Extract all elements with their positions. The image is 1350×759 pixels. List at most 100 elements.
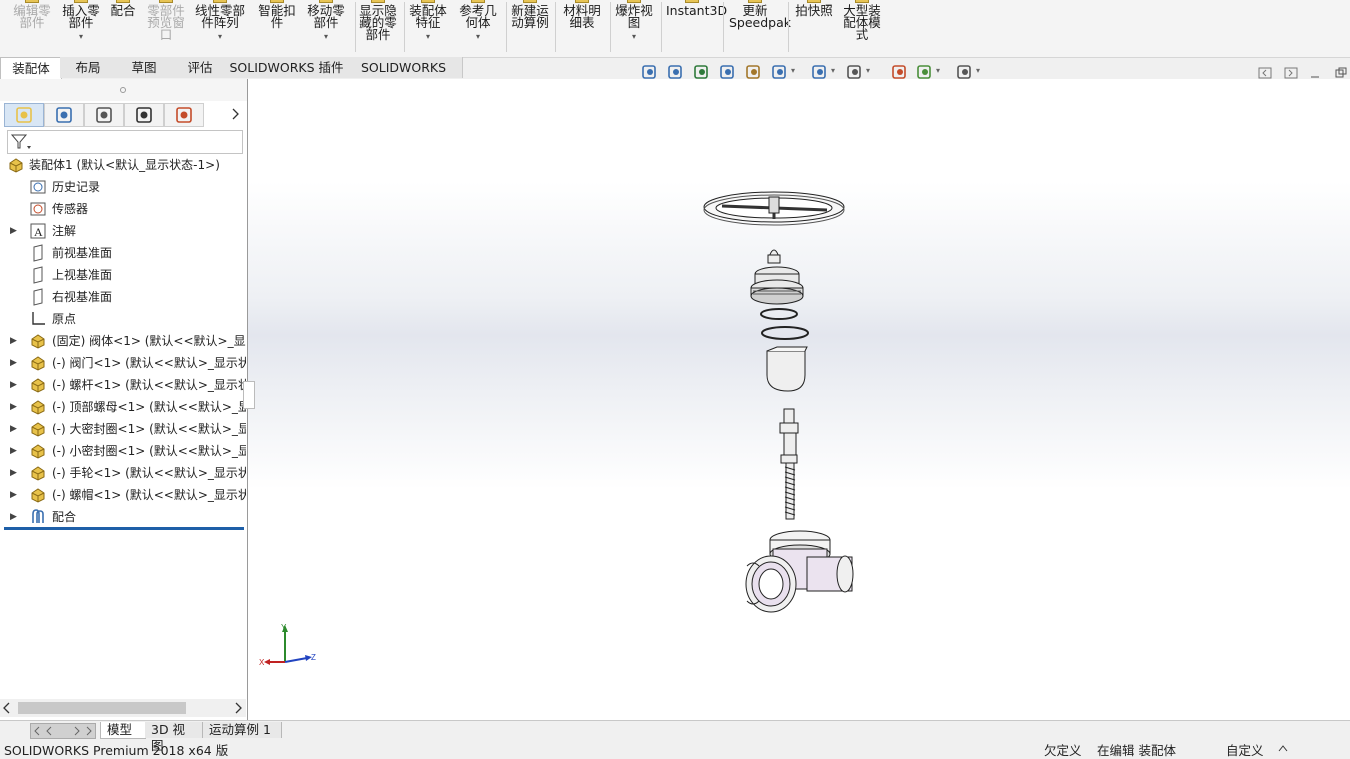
chevron-down-icon[interactable]: ▾	[408, 31, 448, 43]
dimxpertmanager-tab[interactable]	[124, 103, 164, 127]
bottom-tab-2[interactable]: 运动算例 1	[203, 722, 282, 738]
ribbon-button-10[interactable]: 新建运 动算例	[510, 0, 550, 29]
ribbon-button-12[interactable]: 爆炸视图 ▾	[614, 0, 654, 43]
expand-arrow-icon[interactable]: ▶	[10, 374, 17, 396]
tree-item[interactable]: ▶ (-) 顶部螺母<1> (默认<<默认>_显	[0, 396, 246, 418]
tile-right-icon[interactable]	[1284, 67, 1298, 79]
ribbon-button-14[interactable]: 更新 Speedpak	[729, 0, 791, 29]
handwheel-part[interactable]	[703, 191, 845, 226]
expand-arrow-icon[interactable]: ▶	[10, 396, 17, 418]
expand-arrow-icon[interactable]: ▶	[10, 440, 17, 462]
expand-arrow-icon[interactable]: ▶	[10, 330, 17, 352]
tree-item[interactable]: ▶ (-) 小密封圈<1> (默认<<默认>_显	[0, 440, 246, 462]
minimize-icon[interactable]	[1309, 67, 1321, 79]
gate-part[interactable]	[766, 346, 808, 392]
ribbon-button-9[interactable]: 参考几 何体 ▾	[458, 0, 498, 43]
exploded-valve-model[interactable]	[247, 79, 1350, 720]
section-view-icon[interactable]	[718, 62, 738, 82]
tree-item[interactable]: 上视基准面	[0, 264, 246, 286]
stem-part[interactable]	[779, 408, 799, 520]
ribbon-button-11[interactable]: 材料明 细表	[562, 0, 602, 29]
scroll-thumb[interactable]	[18, 702, 186, 714]
ribbon-button-1[interactable]: 插入零 部件 ▾	[61, 0, 101, 43]
featuremanager-tab[interactable]	[4, 103, 44, 127]
ribbon-button-2[interactable]: 配合	[110, 0, 136, 17]
tree-item[interactable]: ▶ (-) 阀门<1> (默认<<默认>_显示状	[0, 352, 246, 374]
bottom-tab-1[interactable]: 3D 视图	[145, 722, 203, 753]
propertymanager-tab[interactable]	[44, 103, 84, 127]
tree-filter[interactable]	[7, 130, 243, 154]
expand-arrow-icon[interactable]: ▶	[10, 220, 17, 242]
rollback-bar[interactable]	[4, 527, 244, 530]
edit-appearance-icon[interactable]	[890, 62, 910, 82]
chevron-down-icon[interactable]: ▾	[936, 66, 940, 75]
tree-item[interactable]: ▶ (固定) 阀体<1> (默认<<默认>_显示	[0, 330, 246, 352]
scroll-left-icon[interactable]	[0, 700, 14, 716]
previous-view-icon[interactable]	[692, 62, 712, 82]
ribbon-button-3[interactable]: 零部件 预览窗口	[146, 0, 186, 41]
bottom-tab-0[interactable]: 模型	[100, 722, 146, 739]
chevron-down-icon[interactable]: ▾	[976, 66, 980, 75]
expand-arrow-icon[interactable]: ▶	[10, 506, 17, 528]
ribbon-button-7[interactable]: 显示隐 藏的零 部件	[358, 0, 398, 41]
tree-item[interactable]: ▶ (-) 螺帽<1> (默认<<默认>_显示状	[0, 484, 246, 506]
cap-nut-part[interactable]	[767, 249, 781, 264]
chevron-down-icon[interactable]: ▾	[791, 66, 795, 75]
command-tab-1[interactable]: 布局	[60, 57, 117, 78]
small-seal-ring-part[interactable]	[760, 308, 798, 320]
chevron-down-icon[interactable]: ▾	[306, 31, 346, 43]
ribbon-button-15[interactable]: 拍快照	[794, 0, 834, 17]
tree-item[interactable]: 传感器	[0, 198, 246, 220]
apply-scene-icon[interactable]	[915, 62, 935, 82]
expand-arrow-icon[interactable]: ▶	[10, 484, 17, 506]
bottom-tab-nav[interactable]	[30, 723, 96, 739]
ribbon-button-0[interactable]: 编辑零 部件	[12, 0, 52, 29]
graphics-area[interactable]: Y X Z	[247, 79, 1350, 720]
command-tab-0[interactable]: 装配体	[0, 57, 62, 79]
ribbon-button-5[interactable]: 智能扣件	[257, 0, 297, 29]
tree-item[interactable]: 右视基准面	[0, 286, 246, 308]
custom-units-menu[interactable]: 自定义	[1226, 740, 1264, 759]
tree-root-assembly[interactable]: 装配体1 (默认<默认_显示状态-1>)	[0, 154, 246, 176]
tree-item[interactable]: ▶ (-) 螺杆<1> (默认<<默认>_显示状	[0, 374, 246, 396]
chevron-down-icon[interactable]: ▾	[614, 31, 654, 43]
hide-show-items-icon[interactable]	[845, 62, 865, 82]
tree-item[interactable]: 前视基准面	[0, 242, 246, 264]
tile-left-icon[interactable]	[1258, 67, 1272, 79]
chevron-down-icon[interactable]: ▾	[866, 66, 870, 75]
chevron-down-icon[interactable]: ▾	[61, 31, 101, 43]
ribbon-button-13[interactable]: Instant3D	[666, 0, 727, 17]
ribbon-button-8[interactable]: 装配体 特征 ▾	[408, 0, 448, 43]
chevron-down-icon[interactable]: ▾	[831, 66, 835, 75]
configurationmanager-tab[interactable]	[84, 103, 124, 127]
ribbon-button-6[interactable]: 移动零 部件 ▾	[306, 0, 346, 43]
command-tab-3[interactable]: 评估	[172, 57, 229, 78]
tree-item[interactable]: 历史记录	[0, 176, 246, 198]
command-tab-4[interactable]: SOLIDWORKS 插件	[228, 57, 346, 78]
expand-arrow-icon[interactable]: ▶	[10, 418, 17, 440]
valve-body-part[interactable]	[745, 530, 854, 613]
tree-item[interactable]: ▶ (-) 大密封圈<1> (默认<<默认>_显	[0, 418, 246, 440]
top-nut-part[interactable]	[750, 266, 804, 305]
chevron-down-icon[interactable]: ▾	[194, 31, 246, 43]
expand-arrow-icon[interactable]: ▶	[10, 352, 17, 374]
panel-right-edge-handle[interactable]	[243, 381, 255, 409]
tree-item[interactable]: ▶ (-) 手轮<1> (默认<<默认>_显示状	[0, 462, 246, 484]
large-seal-ring-part[interactable]	[761, 326, 809, 340]
ribbon-button-16[interactable]: 大型装 配体模式	[842, 0, 882, 41]
ribbon-button-4[interactable]: 线性零部 件阵列 ▾	[194, 0, 246, 43]
tree-horizontal-scrollbar[interactable]	[0, 699, 246, 717]
expand-arrow-icon[interactable]: ▶	[10, 462, 17, 484]
command-tab-5[interactable]: SOLIDWORKS MBD	[345, 57, 463, 96]
command-tab-2[interactable]: 草图	[116, 57, 173, 78]
restore-icon[interactable]	[1335, 67, 1347, 79]
scroll-right-icon[interactable]	[231, 700, 245, 716]
dynamic-annotation-view-icon[interactable]	[744, 62, 764, 82]
view-settings-icon[interactable]	[955, 62, 975, 82]
chevron-down-icon[interactable]: ▾	[458, 31, 498, 43]
tree-item[interactable]: ▶ 配合	[0, 506, 246, 528]
display-style-icon[interactable]	[810, 62, 830, 82]
tab-nav-arrows-icon[interactable]	[31, 724, 95, 738]
displaymanager-tab[interactable]	[164, 103, 204, 127]
tree-item[interactable]: ▶ A 注解	[0, 220, 246, 242]
